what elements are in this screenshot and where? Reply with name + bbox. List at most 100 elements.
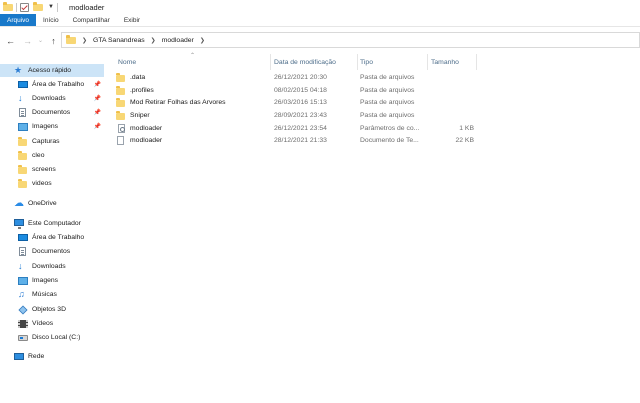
cloud-icon: ☁ [14,198,24,209]
text-file-icon [116,136,126,146]
chevron-right-icon[interactable]: ❯ [200,37,205,44]
file-type: Pasta de arquivos [360,99,415,107]
sidebar-item-pc-downloads[interactable]: ↓ Downloads [0,260,104,273]
sidebar-item-pictures[interactable]: Imagens 📌 [0,120,104,133]
network-icon [14,352,24,361]
sidebar-item-downloads[interactable]: ↓ Downloads 📌 [0,92,104,105]
sidebar-item-pc-desktop[interactable]: Área de Trabalho [0,231,104,244]
computer-icon [14,219,24,229]
back-arrow-icon[interactable]: ← [4,34,17,47]
sidebar-item-label: Downloads [32,95,66,102]
file-row[interactable]: .profiles 08/02/2015 04:18 Pasta de arqu… [108,84,640,97]
sidebar-item-this-pc[interactable]: Este Computador [0,217,104,230]
breadcrumb-modloader[interactable]: modloader [162,37,194,44]
sidebar-item-documents[interactable]: Documentos 📌 [0,106,104,119]
title-bar: ▼ modloader [0,0,640,14]
disk-icon [18,333,28,342]
column-divider[interactable] [357,54,358,70]
new-folder-icon[interactable] [33,2,43,11]
sidebar-item-pc-documents[interactable]: Documentos [0,245,104,258]
folder-icon [116,85,126,95]
file-date: 26/03/2016 15:13 [274,99,327,107]
file-row[interactable]: Mod Retirar Folhas das Arvores 26/03/201… [108,97,640,110]
pin-icon[interactable]: 📌 [94,109,101,116]
sidebar-item-pc-3d-objects[interactable]: Objetos 3D [0,303,104,316]
folder-icon [18,179,28,188]
file-type: Parâmetros de co... [360,124,420,132]
separator [56,2,58,12]
desktop-icon [18,233,28,242]
chevron-right-icon[interactable]: ❯ [82,37,87,44]
sidebar-item-pc-videos[interactable]: Vídeos [0,317,104,330]
document-icon [18,247,28,256]
tab-file[interactable]: Arquivo [0,14,37,26]
sidebar-item-capturas[interactable]: Capturas [0,135,104,148]
folder-icon [18,151,28,160]
sidebar-item-desktop[interactable]: Área de Trabalho 📌 [0,78,104,91]
folder-icon [116,98,126,108]
breadcrumb-gta-sanandreas[interactable]: GTA Sanandreas [93,37,145,44]
pictures-icon [18,276,28,285]
file-row[interactable]: modloader 26/12/2021 23:54 Parâmetros de… [108,122,640,135]
sidebar-item-label: Documentos [32,109,71,116]
file-date: 26/12/2021 20:30 [274,73,327,81]
pin-icon[interactable]: 📌 [94,95,101,102]
column-header-date[interactable]: Data de modificação [274,56,358,69]
column-header-name[interactable]: Nome [118,56,268,69]
folder-icon [66,35,76,44]
file-row[interactable]: Sniper 28/09/2021 23:43 Pasta de arquivo… [108,109,640,122]
file-row[interactable]: .data 26/12/2021 20:30 Pasta de arquivos [108,71,640,84]
column-divider[interactable] [270,54,271,70]
music-icon: ♫ [18,289,25,299]
sidebar-item-screens[interactable]: screens [0,163,104,176]
recent-locations-chevron-icon[interactable]: ⌄ [34,34,47,47]
navigation-pane: ★ Acesso rápido Área de Trabalho 📌 ↓ Dow… [0,60,108,403]
column-header-size[interactable]: Tamanho [431,56,477,69]
sidebar-item-label: Capturas [32,138,60,145]
sidebar-item-label: Rede [28,353,45,360]
sidebar-item-label: Acesso rápido [28,67,72,74]
sidebar-item-local-disk[interactable]: Disco Local (C:) [0,331,104,344]
sidebar-item-label: Imagens [32,123,59,130]
customize-toolbar-icon[interactable]: ▼ [48,4,54,10]
sidebar-item-label: Área de Trabalho [32,81,85,88]
chevron-right-icon[interactable]: ❯ [151,37,156,44]
sidebar-item-videos[interactable]: videos [0,177,104,190]
navigation-bar: ← → ⌄ ↑ ❯ GTA Sanandreas ❯ modloader ❯ [0,27,640,54]
pin-icon[interactable]: 📌 [94,81,101,88]
tab-view[interactable]: Exibir [117,14,147,26]
file-type: Pasta de arquivos [360,111,415,119]
sidebar-item-label: Documentos [32,248,71,255]
tab-share[interactable]: Compartilhar [66,14,117,26]
file-row[interactable]: modloader 28/12/2021 21:33 Documento de … [108,134,640,147]
column-header-type[interactable]: Tipo [360,56,426,69]
star-icon: ★ [14,65,23,75]
sidebar-item-label: OneDrive [28,200,57,207]
sidebar-item-label: Este Computador [28,220,81,227]
sidebar-item-pc-pictures[interactable]: Imagens [0,274,104,287]
tab-home[interactable]: Início [36,14,66,26]
address-bar[interactable]: ❯ GTA Sanandreas ❯ modloader ❯ [61,32,640,48]
sidebar-item-network[interactable]: Rede [0,350,104,363]
file-type: Documento de Te... [360,137,419,145]
file-date: 28/09/2021 23:43 [274,111,327,119]
sidebar-item-onedrive[interactable]: ☁ OneDrive [0,197,104,210]
sidebar-item-label: Músicas [32,291,57,298]
sidebar-item-quick-access[interactable]: ★ Acesso rápido [0,64,104,77]
sidebar-item-label: Área de Trabalho [32,234,85,241]
download-icon: ↓ [18,261,23,271]
up-arrow-icon[interactable]: ↑ [47,34,60,47]
properties-icon[interactable] [20,2,29,12]
sidebar-item-label: Imagens [32,277,59,284]
column-divider[interactable] [427,54,428,70]
pin-icon[interactable]: 📌 [94,123,101,130]
file-size: 22 KB [455,137,474,145]
file-type: Pasta de arquivos [360,73,415,81]
forward-arrow-icon[interactable]: → [21,34,34,47]
folder-icon [18,137,28,146]
column-divider[interactable] [476,54,477,70]
sidebar-item-pc-music[interactable]: ♫ Músicas [0,288,104,301]
file-size: 1 KB [459,124,474,132]
sidebar-item-cleo[interactable]: cleo [0,149,104,162]
file-name: Mod Retirar Folhas das Arvores [130,99,226,107]
